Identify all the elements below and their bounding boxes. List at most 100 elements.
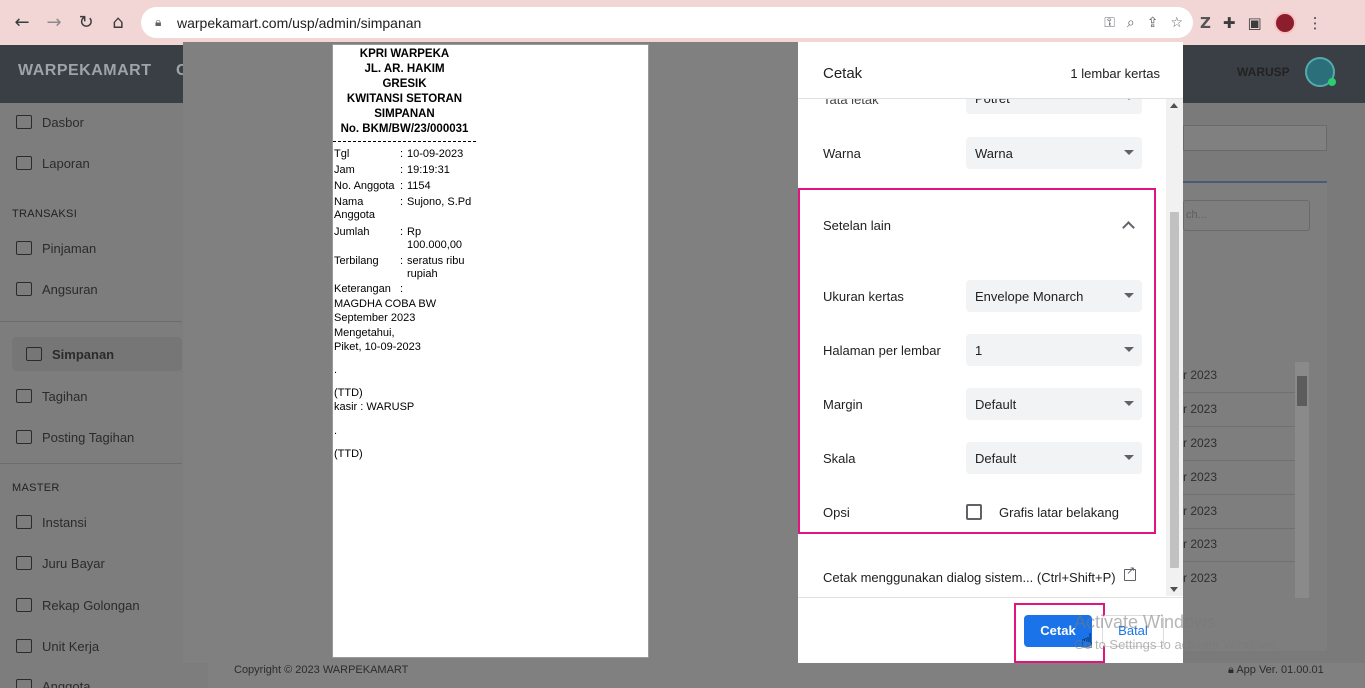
app-avatar[interactable]: [1305, 57, 1336, 87]
report-icon: [16, 156, 32, 170]
receipt-row-value: Rp 100.000,00: [407, 226, 463, 251]
sidebar-item-juru-bayar[interactable]: Juru Bayar: [16, 552, 105, 574]
receipt-row-sep: :: [400, 226, 404, 238]
receipt-row-sep: :: [400, 196, 404, 208]
chevron-down-icon: [1124, 401, 1134, 406]
sidebar-item-tagihan[interactable]: Tagihan: [16, 385, 88, 407]
table-row[interactable]: r 2023: [1183, 428, 1295, 461]
receipt-line: .: [334, 364, 338, 376]
pages-per-sheet-value: 1: [975, 343, 983, 358]
lock-icon[interactable]: 🔒︎: [155, 15, 169, 30]
receipt-number: No. BKM/BW/23/000031: [340, 123, 469, 135]
home-icon[interactable]: ⌂: [102, 7, 134, 39]
print-settings-panel: Tata letak Potret Cetak 1 lembar kertas …: [798, 42, 1183, 663]
sidebar-item-label: Tagihan: [42, 388, 88, 404]
paper-size-value: Envelope Monarch: [975, 289, 1084, 304]
receipt-row-sep: :: [400, 148, 404, 160]
paper-size-select[interactable]: Envelope Monarch: [966, 280, 1142, 312]
table-row[interactable]: r 2023: [1183, 496, 1295, 529]
sidebar-item-rekap-golongan[interactable]: Rekap Golongan: [16, 594, 140, 616]
app-brand[interactable]: WARPEKAMART: [18, 62, 152, 80]
sidebar-item-dasbor[interactable]: Dasbor: [16, 111, 84, 133]
back-arrow-icon[interactable]: ←: [6, 7, 38, 39]
scrollbar-thumb[interactable]: [1170, 212, 1179, 568]
table-row[interactable]: r 2023: [1183, 563, 1295, 596]
settings-scrollbar[interactable]: [1166, 99, 1183, 596]
receipt-header: KPRI WARPEKA JL. AR. HAKIM GRESIK KWITAN…: [333, 45, 476, 137]
sidebar-item-unit-kerja[interactable]: Unit Kerja: [16, 635, 99, 657]
sidebar-item-label: Anggota: [42, 678, 91, 688]
scroll-down-arrow-icon[interactable]: [1170, 587, 1178, 592]
address-bar[interactable]: 🔒︎ warpekamart.com/usp/admin/simpanan ⚿ …: [141, 7, 1193, 38]
scale-select[interactable]: Default: [966, 442, 1142, 474]
extensions-puzzle-icon[interactable]: ✚: [1223, 14, 1236, 32]
dashboard-icon: [16, 115, 32, 129]
side-panel-icon[interactable]: ▣: [1247, 14, 1261, 32]
receipt-row-value: 10-09-2023: [407, 148, 464, 160]
table-scrollbar[interactable]: [1295, 362, 1309, 598]
share-icon[interactable]: ⇪: [1147, 15, 1159, 31]
bookmark-star-icon[interactable]: ☆: [1170, 15, 1183, 31]
receipt-line: (TTD): [334, 448, 363, 460]
receipt-row-sep: :: [400, 283, 404, 295]
more-settings-toggle[interactable]: Setelan lain: [823, 218, 891, 233]
receipt-row-label: Jam: [334, 164, 355, 176]
margin-select[interactable]: Default: [966, 388, 1142, 420]
receipt-row-label: Nama Anggota: [334, 196, 375, 221]
open-external-icon[interactable]: [1124, 564, 1136, 581]
scroll-up-arrow-icon[interactable]: [1170, 103, 1178, 108]
table-row[interactable]: r 2023: [1183, 394, 1295, 427]
activate-windows-title: Activate Windows: [1074, 612, 1217, 632]
receipt-row-value: 1154: [407, 180, 431, 192]
print-preview: KPRI WARPEKA JL. AR. HAKIM GRESIK KWITAN…: [183, 42, 798, 663]
background-field[interactable]: [1183, 125, 1327, 151]
sidebar-item-label: Dasbor: [42, 114, 84, 130]
color-select[interactable]: Warna: [966, 137, 1142, 169]
sidebar-item-angsuran[interactable]: Angsuran: [16, 278, 98, 300]
book-icon: [16, 639, 32, 653]
book-icon: [16, 598, 32, 612]
background-graphics-checkbox[interactable]: [966, 504, 982, 520]
money-icon: [16, 282, 32, 296]
chevron-down-icon: [1124, 347, 1134, 352]
system-dialog-link[interactable]: Cetak menggunakan dialog sistem... (Ctrl…: [823, 570, 1116, 585]
chevron-down-icon: [1124, 455, 1134, 460]
activate-windows-subtitle: Go to Settings to activate Windows.: [1074, 637, 1280, 652]
sidebar-item-posting-tagihan[interactable]: Posting Tagihan: [16, 426, 134, 448]
scale-value: Default: [975, 451, 1017, 466]
zoom-icon[interactable]: ⌕: [1127, 15, 1135, 31]
book-icon: [16, 556, 32, 570]
receipt-line: MAGDHA COBA BW: [334, 298, 437, 310]
receipt-header-line: KPRI WARPEKA: [359, 48, 450, 60]
pages-per-sheet-select[interactable]: 1: [966, 334, 1142, 366]
sidebar-item-label: Pinjaman: [42, 240, 97, 256]
table-row[interactable]: r 2023: [1183, 529, 1295, 562]
sidebar-item-pinjaman[interactable]: Pinjaman: [16, 237, 96, 259]
background-graphics-label[interactable]: Grafis latar belakang: [999, 505, 1119, 520]
options-label: Opsi: [823, 505, 850, 520]
reload-icon[interactable]: ↻: [70, 7, 102, 39]
sidebar-item-instansi[interactable]: Instansi: [16, 511, 87, 533]
key-icon[interactable]: ⚿: [1104, 15, 1115, 31]
receipt-line: Mengetahui,: [334, 327, 395, 339]
forward-arrow-icon[interactable]: →: [38, 7, 70, 39]
table-search-input[interactable]: ch...: [1183, 200, 1310, 231]
sidebar-item-label: Unit Kerja: [42, 638, 100, 654]
sidebar-item-label: Simpanan: [52, 346, 115, 362]
receipt-header-line: SIMPANAN: [374, 108, 435, 120]
receipt-line: Piket, 10-09-2023: [334, 341, 421, 353]
extension-z-icon[interactable]: Z: [1200, 14, 1211, 32]
app-username[interactable]: WARUSP: [1237, 65, 1290, 79]
receipt-header-line: KWITANSI SETORAN: [346, 93, 463, 105]
profile-avatar-icon[interactable]: [1273, 11, 1296, 34]
sidebar-item-laporan[interactable]: Laporan: [16, 152, 90, 174]
sidebar-item-anggota[interactable]: Anggota: [16, 675, 90, 688]
kebab-menu-icon[interactable]: ⋮: [1308, 14, 1323, 32]
money-icon: [16, 389, 32, 403]
receipt-row-label: No. Anggota: [334, 180, 395, 192]
table-row[interactable]: r 2023: [1183, 360, 1295, 393]
print-dialog: KPRI WARPEKA JL. AR. HAKIM GRESIK KWITAN…: [183, 42, 1183, 663]
sidebar-item-simpanan[interactable]: Simpanan: [26, 343, 114, 365]
table-row[interactable]: r 2023: [1183, 462, 1295, 495]
browser-toolbar: ← → ↻ ⌂ 🔒︎ warpekamart.com/usp/admin/sim…: [0, 0, 1365, 45]
